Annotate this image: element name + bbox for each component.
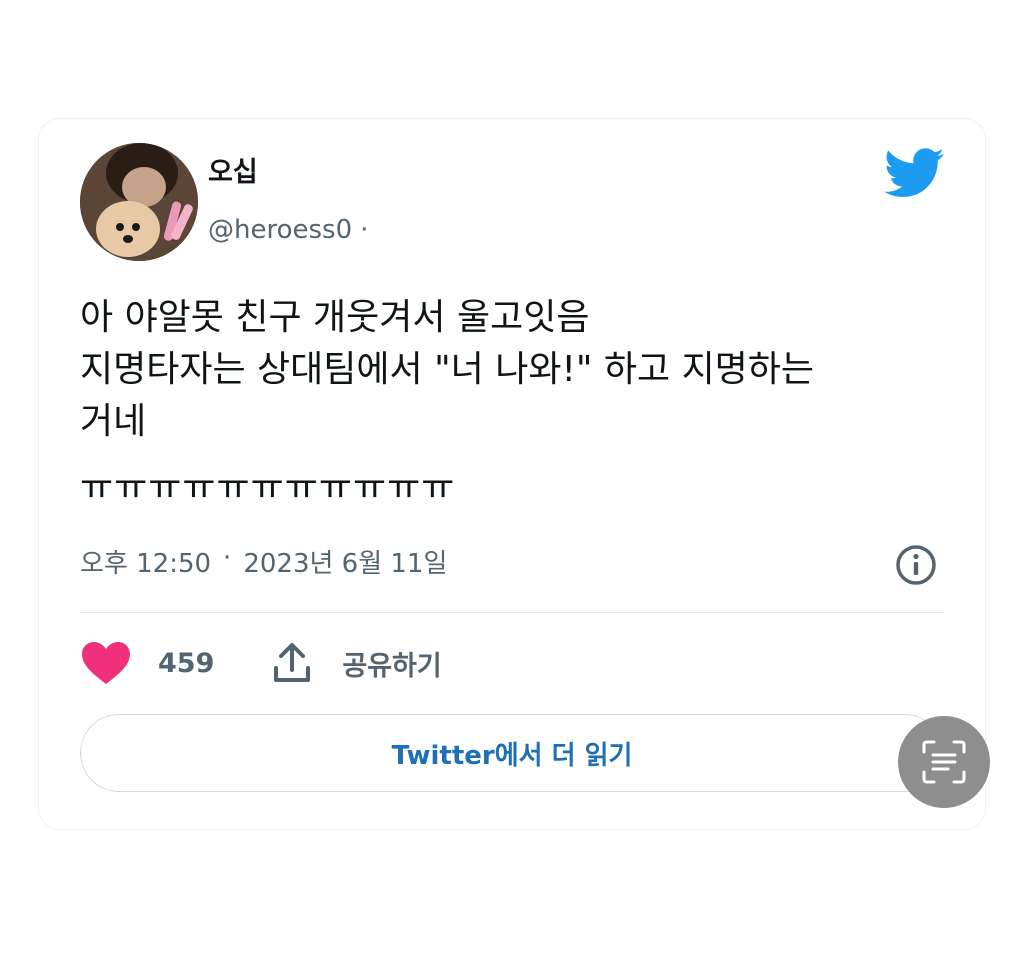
tweet-time: 오후 12:50 — [80, 549, 212, 579]
handle[interactable]: @heroess0 — [208, 215, 352, 245]
avatar[interactable] — [80, 143, 198, 261]
handle-row: @heroess0 · — [208, 215, 368, 245]
share-label[interactable]: 공유하기 — [342, 644, 441, 683]
info-icon[interactable] — [894, 543, 938, 587]
text-scan-button[interactable] — [898, 716, 990, 808]
action-bar: 459 공유하기 — [80, 638, 442, 688]
like-count[interactable]: 459 — [158, 648, 214, 679]
handle-separator: · — [360, 215, 369, 245]
tweet-text-line: 거네 — [80, 401, 147, 442]
share-icon[interactable] — [272, 642, 312, 684]
tweet-text: 아 야알못 친구 개웃겨서 울고잇음 지명타자는 상대팀에서 "너 나와!" 하… — [80, 292, 940, 514]
read-more-button[interactable]: Twitter에서 더 읽기 — [80, 714, 944, 792]
tweet-text-line: 지명타자는 상대팀에서 "너 나와!" 하고 지명하는 — [80, 349, 815, 390]
tweet-text-line: 아 야알못 친구 개웃겨서 울고잇음 — [80, 297, 590, 338]
text-scan-icon — [922, 740, 966, 784]
display-name[interactable]: 오십 — [208, 150, 258, 189]
tweet-date: 2023년 6월 11일 — [243, 549, 448, 579]
timestamp-row[interactable]: 오후 12:50 · 2023년 6월 11일 — [80, 543, 447, 580]
date-separator: · — [223, 543, 232, 573]
divider — [80, 612, 944, 613]
heart-icon[interactable] — [80, 640, 132, 686]
tweet-text-crying: ㅠㅠㅠㅠㅠㅠㅠㅠㅠㅠㅠ — [80, 467, 456, 508]
twitter-bird-icon[interactable] — [884, 148, 946, 198]
read-more-label: Twitter에서 더 읽기 — [391, 740, 633, 771]
